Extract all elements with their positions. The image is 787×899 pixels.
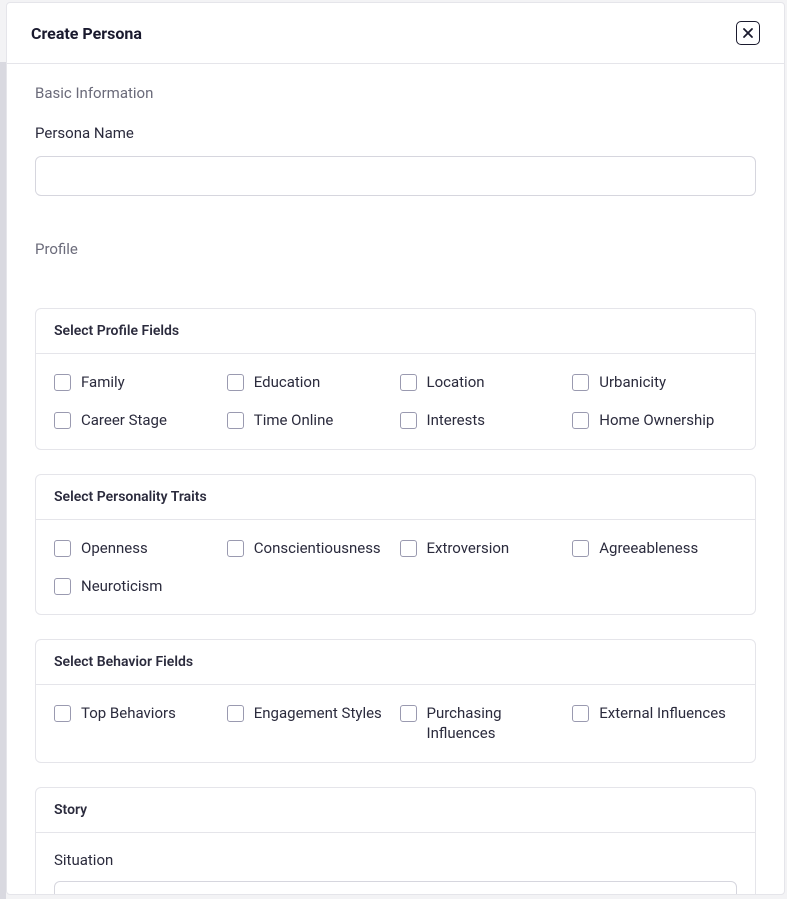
checkbox-label: Top Behaviors	[81, 703, 176, 723]
checkbox-label: Education	[254, 372, 321, 392]
checkbox-label: Home Ownership	[599, 410, 714, 430]
checkbox-box[interactable]	[400, 412, 417, 429]
left-edge-strip	[0, 62, 6, 899]
checkbox-location[interactable]: Location	[400, 372, 565, 392]
checkbox-box[interactable]	[572, 540, 589, 557]
checkbox-agreeableness[interactable]: Agreeableness	[572, 538, 737, 558]
behavior-fields-grid: Top Behaviors Engagement Styles Purchasi…	[54, 703, 737, 744]
checkbox-box[interactable]	[400, 705, 417, 722]
basic-info-section-label: Basic Information	[35, 84, 756, 102]
checkbox-box[interactable]	[572, 412, 589, 429]
checkbox-label: External Influences	[599, 703, 726, 723]
checkbox-box[interactable]	[54, 540, 71, 557]
checkbox-external-influences[interactable]: External Influences	[572, 703, 737, 744]
checkbox-box[interactable]	[54, 578, 71, 595]
personality-traits-grid: Openness Conscientiousness Extroversion …	[54, 538, 737, 597]
checkbox-openness[interactable]: Openness	[54, 538, 219, 558]
checkbox-box[interactable]	[572, 705, 589, 722]
checkbox-label: Family	[81, 372, 125, 392]
situation-label: Situation	[54, 851, 737, 869]
situation-textarea[interactable]	[54, 881, 737, 895]
checkbox-label: Agreeableness	[599, 538, 698, 558]
checkbox-box[interactable]	[227, 540, 244, 557]
persona-name-input[interactable]	[35, 156, 756, 196]
checkbox-box[interactable]	[227, 705, 244, 722]
checkbox-interests[interactable]: Interests	[400, 410, 565, 430]
checkbox-box[interactable]	[400, 374, 417, 391]
checkbox-label: Extroversion	[427, 538, 510, 558]
checkbox-urbanicity[interactable]: Urbanicity	[572, 372, 737, 392]
close-icon	[742, 27, 754, 39]
checkbox-conscientiousness[interactable]: Conscientiousness	[227, 538, 392, 558]
checkbox-top-behaviors[interactable]: Top Behaviors	[54, 703, 219, 744]
checkbox-neuroticism[interactable]: Neuroticism	[54, 576, 219, 596]
checkbox-label: Time Online	[254, 410, 334, 430]
checkbox-education[interactable]: Education	[227, 372, 392, 392]
behavior-fields-card-title: Select Behavior Fields	[36, 640, 755, 685]
checkbox-box[interactable]	[227, 412, 244, 429]
checkbox-box[interactable]	[54, 705, 71, 722]
checkbox-box[interactable]	[54, 374, 71, 391]
checkbox-engagement-styles[interactable]: Engagement Styles	[227, 703, 392, 744]
checkbox-label: Urbanicity	[599, 372, 666, 392]
personality-traits-card: Select Personality Traits Openness Consc…	[35, 474, 756, 616]
profile-fields-card: Select Profile Fields Family Education L…	[35, 308, 756, 450]
checkbox-box[interactable]	[400, 540, 417, 557]
checkbox-label: Career Stage	[81, 410, 167, 430]
story-card: Story Situation	[35, 787, 756, 895]
checkbox-extroversion[interactable]: Extroversion	[400, 538, 565, 558]
checkbox-box[interactable]	[227, 374, 244, 391]
checkbox-label: Purchasing Influences	[427, 703, 565, 744]
checkbox-label: Conscientiousness	[254, 538, 381, 558]
profile-fields-card-title: Select Profile Fields	[36, 309, 755, 354]
checkbox-career-stage[interactable]: Career Stage	[54, 410, 219, 430]
checkbox-time-online[interactable]: Time Online	[227, 410, 392, 430]
behavior-fields-card: Select Behavior Fields Top Behaviors Eng…	[35, 639, 756, 763]
story-card-title: Story	[36, 788, 755, 833]
checkbox-label: Engagement Styles	[254, 703, 382, 723]
checkbox-label: Openness	[81, 538, 148, 558]
checkbox-home-ownership[interactable]: Home Ownership	[572, 410, 737, 430]
persona-name-label: Persona Name	[35, 124, 756, 142]
checkbox-purchasing-influences[interactable]: Purchasing Influences	[400, 703, 565, 744]
profile-fields-grid: Family Education Location Urbanicity	[54, 372, 737, 431]
checkbox-box[interactable]	[572, 374, 589, 391]
personality-traits-card-title: Select Personality Traits	[36, 475, 755, 520]
checkbox-label: Interests	[427, 410, 486, 430]
checkbox-label: Location	[427, 372, 485, 392]
checkbox-box[interactable]	[54, 412, 71, 429]
modal-title: Create Persona	[31, 24, 142, 43]
profile-section-label: Profile	[35, 240, 756, 258]
close-button[interactable]	[736, 21, 760, 45]
modal-header: Create Persona	[7, 3, 784, 64]
create-persona-modal: Create Persona Basic Information Persona…	[6, 2, 785, 895]
checkbox-family[interactable]: Family	[54, 372, 219, 392]
checkbox-label: Neuroticism	[81, 576, 162, 596]
modal-body: Basic Information Persona Name Profile S…	[7, 64, 784, 894]
